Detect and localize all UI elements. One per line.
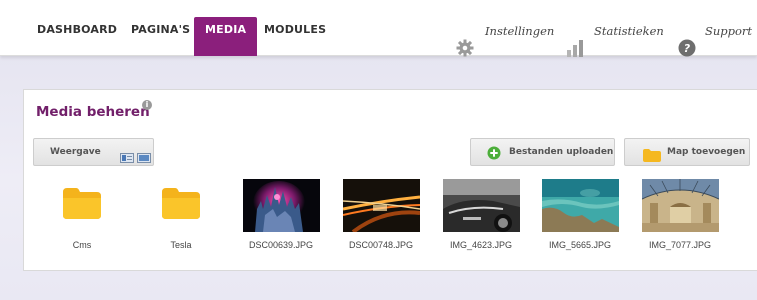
image-thumbnail bbox=[343, 179, 420, 232]
media-item-label: IMG_5665.JPG bbox=[548, 240, 612, 250]
add-folder-label: Map toevoegen bbox=[667, 147, 746, 157]
media-item-label: IMG_7077.JPG bbox=[648, 240, 712, 250]
settings-label: Instellingen bbox=[485, 24, 555, 38]
media-item-label: Cms bbox=[72, 240, 92, 250]
image-thumbnail bbox=[542, 179, 619, 232]
media-item-label: DSC00748.JPG bbox=[348, 240, 414, 250]
folder-icon bbox=[643, 147, 661, 173]
plus-circle-icon bbox=[487, 145, 501, 171]
page-title: Media beheren bbox=[36, 104, 150, 120]
view-label: Weergave bbox=[50, 147, 101, 157]
add-folder-button[interactable]: Map toevoegen bbox=[624, 138, 750, 166]
info-icon[interactable]: i bbox=[142, 100, 152, 110]
image-thumbnail bbox=[642, 179, 719, 232]
folder-icon bbox=[162, 188, 200, 219]
media-item-label: DSC00639.JPG bbox=[248, 240, 314, 250]
nav-modules[interactable]: MODULES bbox=[264, 0, 326, 56]
image-thumbnail bbox=[243, 179, 320, 232]
gear-icon bbox=[456, 22, 474, 84]
view-toggle-button[interactable]: Weergave bbox=[33, 138, 154, 166]
grid-view-icon[interactable] bbox=[137, 148, 151, 174]
nav-media[interactable]: MEDIA bbox=[194, 17, 258, 56]
statistics-link[interactable]: Statistieken bbox=[566, 0, 664, 57]
svg-text:?: ? bbox=[684, 42, 691, 55]
list-view-icon[interactable] bbox=[120, 148, 134, 174]
question-icon: ? bbox=[678, 22, 696, 84]
nav-paginas[interactable]: PAGINA'S bbox=[131, 0, 190, 56]
settings-link[interactable]: Instellingen bbox=[456, 0, 554, 57]
media-item-label: Tesla bbox=[170, 240, 192, 250]
upload-files-button[interactable]: Bestanden uploaden bbox=[470, 138, 615, 166]
statistics-label: Statistieken bbox=[594, 24, 664, 38]
image-thumbnail bbox=[443, 179, 520, 232]
nav-dashboard[interactable]: DASHBOARD bbox=[37, 0, 117, 56]
support-label: Support bbox=[705, 24, 753, 38]
folder-icon bbox=[63, 188, 101, 219]
upload-label: Bestanden uploaden bbox=[509, 147, 614, 157]
support-link[interactable]: ? Support bbox=[678, 0, 753, 57]
bar-chart-icon bbox=[566, 22, 586, 84]
media-item-label: IMG_4623.JPG bbox=[449, 240, 513, 250]
